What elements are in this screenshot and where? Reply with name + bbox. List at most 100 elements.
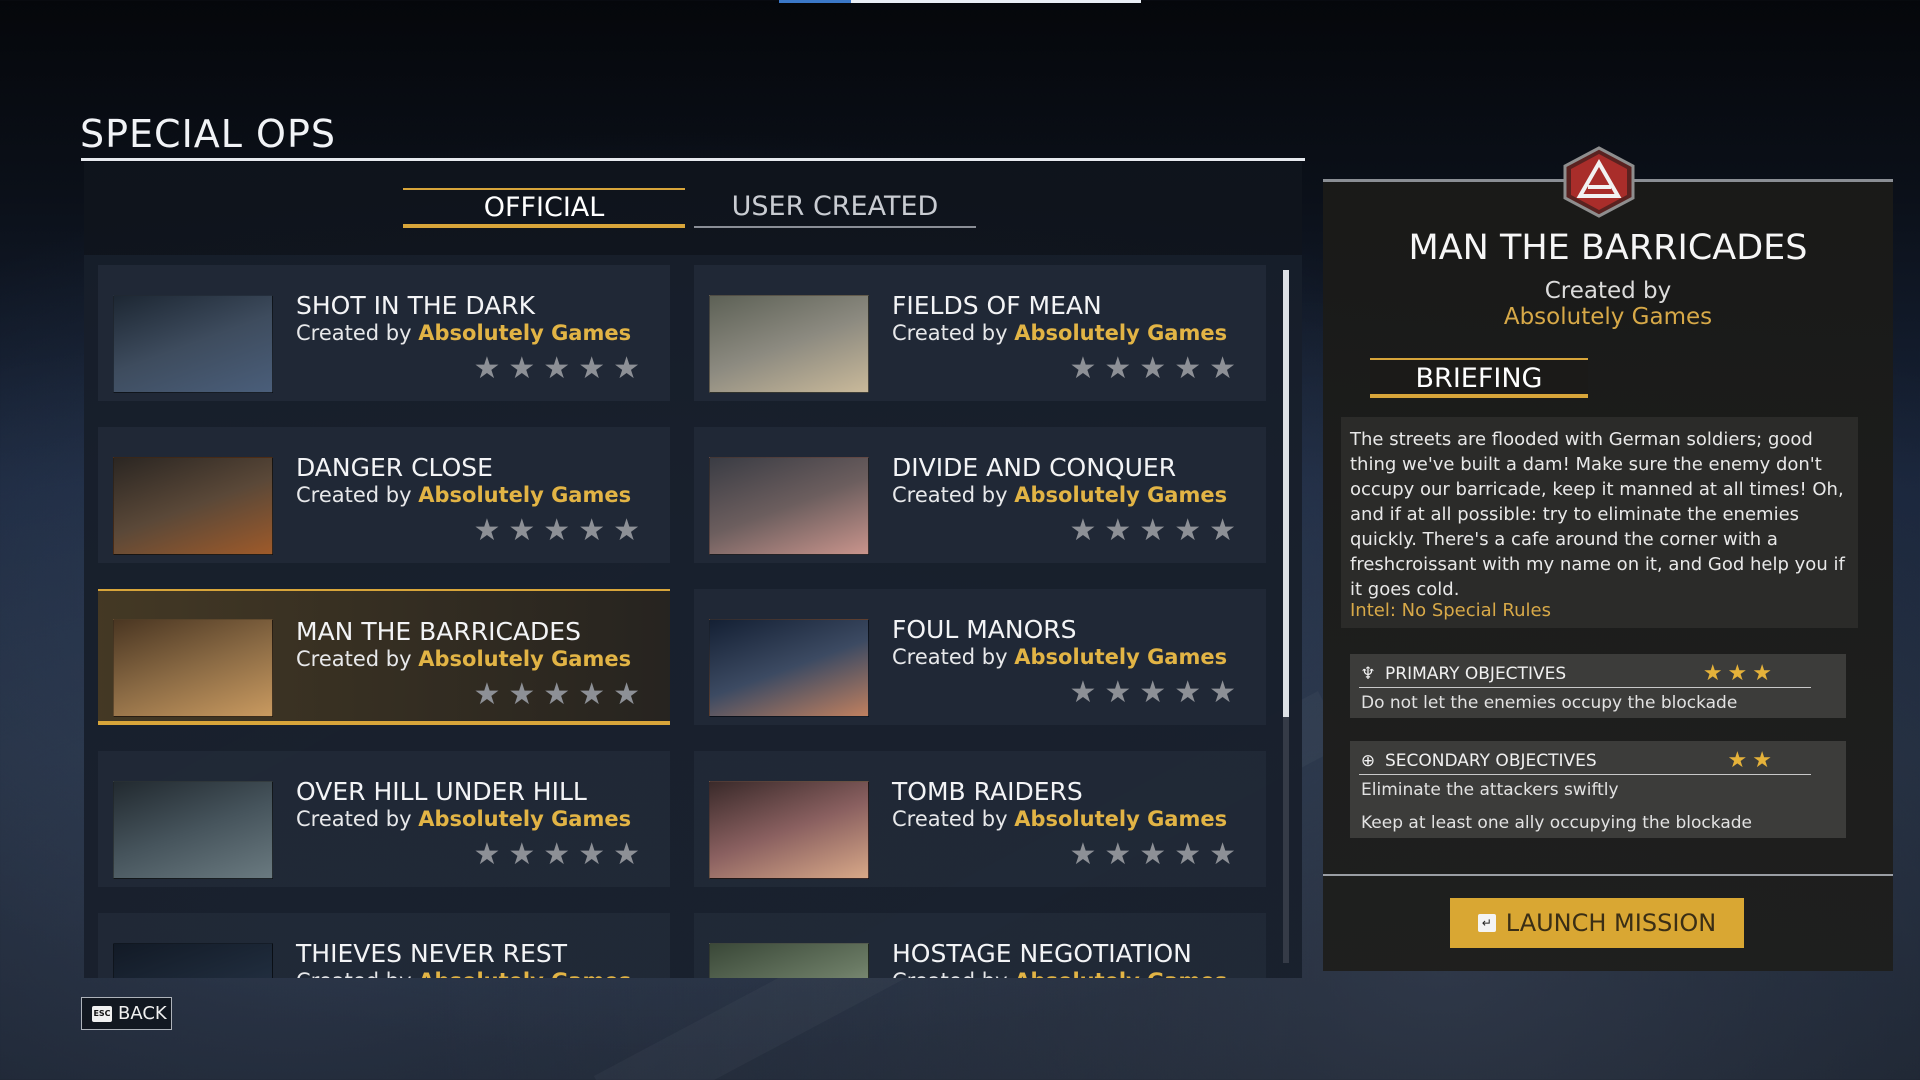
mission-card[interactable]: FIELDS OF MEAN Created by Absolutely Game… [694,265,1266,401]
mission-author: Absolutely Games [418,321,632,345]
mission-created-by: Created by Absolutely Games [892,645,1227,669]
mission-title: OVER HILL UNDER HILL [296,777,587,806]
mission-rating-stars: ★★★★★ [1069,351,1244,386]
mission-created-by: Created by Absolutely Games [296,807,631,831]
mission-created-by: Created by Absolutely Games [296,647,631,671]
mission-created-by: Created by Absolutely Games [892,807,1227,831]
created-by-label: Created by [296,483,412,507]
mission-rating-stars: ★★★★★ [1069,675,1244,710]
created-by-label: Created by [296,647,412,671]
created-by-label: Created by [892,321,1008,345]
secondary-objectives-title: SECONDARY OBJECTIVES [1385,750,1597,771]
tab-user-created[interactable]: USER CREATED [694,188,976,228]
mission-rating-stars: ★★★★★ [473,677,648,712]
detail-author: Absolutely Games [1503,304,1713,330]
mission-title: HOSTAGE NEGOTIATION [892,939,1192,968]
mission-author: Absolutely Games [418,969,631,978]
mission-title: DANGER CLOSE [296,453,493,482]
created-by-label: Created by [296,321,412,345]
mission-author: Absolutely Games [1014,321,1228,345]
tab-briefing[interactable]: BRIEFING [1370,358,1588,398]
objective-line: Do not let the enemies occupy the blocka… [1361,693,1738,713]
primary-objectives-stars: ★★★ [1702,661,1777,686]
created-by-label: Created by [892,807,1008,831]
mission-author: Absolutely Games [1014,645,1228,669]
mission-title: MAN THE BARRICADES [296,617,581,646]
tab-official[interactable]: OFFICIAL [403,188,685,228]
created-by-label: Created by [296,969,412,978]
back-button[interactable]: ESC BACK [81,997,172,1030]
faction-emblem-icon [1563,146,1635,218]
mission-rating-stars: ★★★★★ [1069,513,1244,548]
mission-card[interactable]: FOUL MANORS Created by Absolutely Games ★★… [694,589,1266,725]
mission-created-by: Created by Absolutely Games [892,483,1227,507]
detail-divider [1323,874,1893,876]
mission-created-by: Created by Absolutely Games [892,321,1227,345]
mission-thumbnail [113,457,273,555]
mission-card[interactable]: DIVIDE AND CONQUER Created by Absolutely … [694,427,1266,563]
top-progress-bar [779,0,1141,3]
secondary-objective-icon: ⊕ [1360,750,1376,771]
detail-created-by: Created by [1544,278,1672,304]
mission-rating-stars: ★★★★★ [473,513,648,548]
mission-card[interactable]: OVER HILL UNDER HILL Created by Absolutel… [98,751,670,887]
mission-thumbnail [709,619,869,717]
mission-title: THIEVES NEVER REST [296,939,567,968]
mission-thumbnail [709,295,869,393]
mission-tabs: OFFICIAL USER CREATED [403,188,976,228]
created-by-label: Created by [892,645,1008,669]
mission-created-by: Created by Absolutely Games [296,483,631,507]
launch-mission-button[interactable]: ↵ LAUNCH MISSION [1450,898,1744,948]
mission-rating-stars: ★★★★★ [1069,837,1244,872]
intel-text: Intel: No Special Rules [1350,600,1551,621]
objective-line: Keep at least one ally occupying the blo… [1361,813,1752,833]
mission-author: Absolutely Games [418,807,632,831]
mission-card[interactable]: TOMB RAIDERS Created by Absolutely Games ★… [694,751,1266,887]
mission-thumbnail [709,457,869,555]
detail-title: MAN THE BARRICADES [1408,228,1808,268]
page-title: SPECIAL OPS [80,112,336,156]
primary-objectives-title: PRIMARY OBJECTIVES [1385,663,1567,684]
created-by-label: Created by [892,483,1008,507]
mission-created-by: Created by Absolutely Games [892,969,1227,978]
back-label: BACK [118,1003,167,1024]
mission-title: SHOT IN THE DARK [296,291,536,320]
mission-title: FOUL MANORS [892,615,1077,644]
scrollbar-thumb[interactable] [1283,270,1289,717]
created-by-label: Created by [296,807,412,831]
mission-card[interactable]: MAN THE BARRICADES Created by Absolutely … [98,589,670,725]
mission-thumbnail [113,781,273,879]
mission-thumbnail [113,619,273,717]
mission-card[interactable]: DANGER CLOSE Created by Absolutely Games ★… [98,427,670,563]
mission-rating-stars: ★★★★★ [473,837,648,872]
mission-author: Absolutely Games [1014,483,1228,507]
mission-card[interactable]: THIEVES NEVER RESTCreated by Absolutely … [98,913,670,978]
secondary-objectives-header: ⊕ SECONDARY OBJECTIVES ★★ [1359,747,1811,775]
briefing-text: The streets are flooded with German sold… [1350,429,1845,600]
secondary-objectives-stars: ★★ [1727,748,1777,773]
mission-list[interactable]: SHOT IN THE DARK Created by Absolutely Ga… [84,255,1302,978]
mission-thumbnail [709,943,869,978]
mission-thumbnail [709,781,869,879]
mission-created-by: Created by Absolutely Games [296,969,631,978]
mission-card[interactable]: SHOT IN THE DARK Created by Absolutely Ga… [98,265,670,401]
mission-author: Absolutely Games [1014,969,1227,978]
mission-rating-stars: ★★★★★ [473,351,648,386]
mission-title: DIVIDE AND CONQUER [892,453,1177,482]
enter-key-icon: ↵ [1477,914,1496,932]
secondary-objectives: ⊕ SECONDARY OBJECTIVES ★★ Eliminate the … [1350,741,1846,838]
mission-created-by: Created by Absolutely Games [296,321,631,345]
mission-list-scrollbar[interactable] [1283,270,1289,963]
primary-objective-icon: ♆ [1360,663,1376,684]
mission-author: Absolutely Games [418,647,632,671]
objective-line: Eliminate the attackers swiftly [1361,780,1619,800]
mission-card[interactable]: HOSTAGE NEGOTIATIONCreated by Absolutely… [694,913,1266,978]
title-divider [81,158,1305,161]
mission-thumbnail [113,295,273,393]
primary-objectives: ♆ PRIMARY OBJECTIVES ★★★ Do not let the … [1350,654,1846,718]
primary-objectives-header: ♆ PRIMARY OBJECTIVES ★★★ [1359,660,1811,688]
mission-author: Absolutely Games [1014,807,1228,831]
mission-title: TOMB RAIDERS [892,777,1083,806]
created-by-label: Created by [892,969,1008,978]
mission-thumbnail [113,943,273,978]
